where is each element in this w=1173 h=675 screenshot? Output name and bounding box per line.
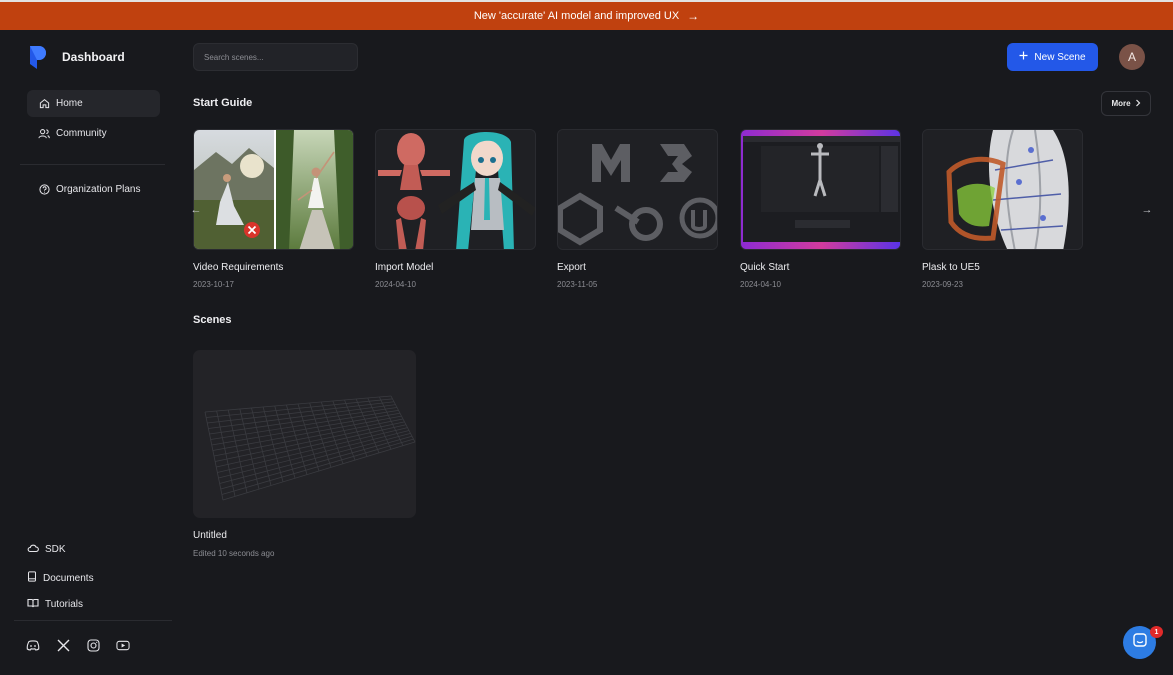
announcement-banner[interactable]: New 'accurate' AI model and improved UX … <box>0 0 1173 30</box>
avatar[interactable]: A <box>1119 44 1145 70</box>
sidebar-divider <box>14 620 172 621</box>
scene-title: Untitled <box>193 530 227 541</box>
sidebar-item-home[interactable]: Home <box>27 90 160 117</box>
card-date: 2023-10-17 <box>193 280 234 289</box>
guide-card-quick-start[interactable]: Quick Start 2024-04-10 <box>740 129 901 289</box>
youtube-icon[interactable] <box>116 638 130 652</box>
sidebar-item-label: Community <box>56 128 107 139</box>
new-scene-button[interactable]: New Scene <box>1007 43 1098 71</box>
x-icon[interactable] <box>56 638 70 652</box>
sidebar-item-label: SDK <box>45 544 66 555</box>
scene-subtitle: Edited 10 seconds ago <box>193 549 275 558</box>
sidebar-item-sdk[interactable]: SDK <box>27 543 66 556</box>
card-title: Video Requirements <box>193 262 284 273</box>
book-icon <box>27 598 39 611</box>
scenes-title: Scenes <box>193 314 232 326</box>
more-button[interactable]: More <box>1101 91 1151 116</box>
scene-thumbnail <box>193 350 416 518</box>
plask-logo-icon <box>30 46 46 69</box>
card-title: Export <box>557 262 586 273</box>
question-circle-icon <box>38 184 50 196</box>
banner-text: New 'accurate' AI model and improved UX <box>473 10 680 22</box>
guide-card-video-requirements[interactable]: Video Requirements 2023-10-17 <box>193 129 354 289</box>
arrow-right-icon: → <box>1141 204 1153 216</box>
import-model-thumbnail <box>375 129 536 250</box>
notification-badge: 1 <box>1150 626 1163 638</box>
sidebar-item-community[interactable]: Community <box>27 120 160 147</box>
card-title: Plask to UE5 <box>922 262 980 273</box>
carousel-prev-button[interactable]: ← <box>185 198 207 222</box>
card-date: 2023-11-05 <box>557 280 598 289</box>
social-links <box>26 638 130 652</box>
sidebar-item-documents[interactable]: Documents <box>27 571 94 585</box>
sidebar-item-label: Home <box>56 98 83 109</box>
cloud-icon <box>27 543 39 556</box>
grid-line <box>222 441 416 501</box>
plask-to-ue5-thumbnail <box>922 129 1083 250</box>
carousel-next-button[interactable]: → <box>1136 198 1158 222</box>
search-input[interactable] <box>193 43 358 71</box>
sidebar-item-label: Organization Plans <box>56 184 141 195</box>
export-thumbnail <box>557 129 718 250</box>
sidebar: Dashboard Home Community Organization Pl… <box>0 30 172 675</box>
sidebar-divider <box>20 164 165 165</box>
video-requirements-thumbnail <box>193 129 354 250</box>
guide-card-import-model[interactable]: Import Model 2024-04-10 <box>375 129 536 289</box>
brand[interactable]: Dashboard <box>28 44 125 70</box>
guide-card-export[interactable]: Export 2023-11-05 <box>557 129 718 289</box>
new-scene-label: New Scene <box>1034 51 1086 63</box>
card-title: Import Model <box>375 262 434 273</box>
card-date: 2024-04-10 <box>375 280 416 289</box>
sidebar-item-organization-plans[interactable]: Organization Plans <box>27 176 160 203</box>
instagram-icon[interactable] <box>86 638 100 652</box>
arrow-right-icon: → <box>687 9 700 23</box>
grid-line <box>320 401 344 464</box>
plus-icon <box>1019 51 1028 63</box>
home-icon <box>38 98 50 110</box>
start-guide-title: Start Guide <box>193 97 253 109</box>
card-date: 2024-04-10 <box>740 280 781 289</box>
card-date: 2023-09-23 <box>922 280 963 289</box>
brand-title: Dashboard <box>62 50 125 64</box>
grid-line <box>309 402 332 468</box>
grid-line <box>297 403 320 472</box>
sidebar-item-tutorials[interactable]: Tutorials <box>27 598 83 611</box>
discord-icon[interactable] <box>26 638 40 652</box>
document-icon <box>27 571 37 585</box>
chat-icon <box>1132 633 1147 652</box>
card-title: Quick Start <box>740 262 790 273</box>
chevron-right-icon <box>1135 99 1141 109</box>
guide-card-plask-to-ue5[interactable]: Plask to UE5 2023-09-23 <box>922 129 1083 289</box>
scene-card[interactable]: Untitled Edited 10 seconds ago <box>193 350 416 558</box>
sidebar-item-label: Tutorials <box>45 599 83 610</box>
arrow-left-icon: ← <box>190 204 202 216</box>
more-label: More <box>1111 99 1131 108</box>
quick-start-thumbnail <box>740 129 901 250</box>
sidebar-item-label: Documents <box>43 572 94 584</box>
users-icon <box>38 128 50 140</box>
grid-line <box>221 438 414 495</box>
